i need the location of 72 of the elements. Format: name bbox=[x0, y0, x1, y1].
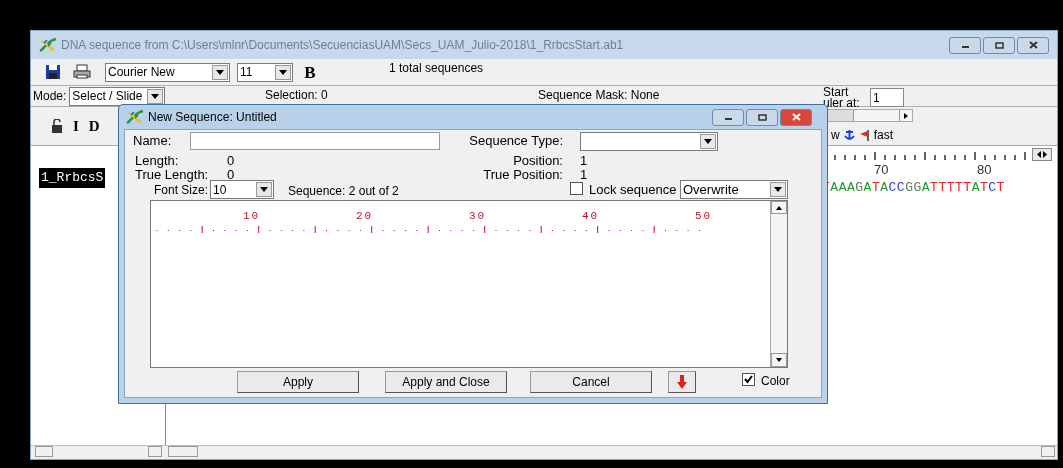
sequence-editor[interactable]: 10 20 30 40 50 bbox=[150, 200, 788, 368]
speed-label: w bbox=[831, 127, 840, 144]
left-right-arrows-icon bbox=[1037, 151, 1047, 158]
start-ruler-field[interactable]: 1 bbox=[870, 88, 904, 107]
position-value: 1 bbox=[580, 154, 588, 168]
window-title: DNA sequence from C:\Users\mlnr\Documents\SecuenciasUAM\Secs_UAM_Julio-2018\1_RrbcsStart.ab1 bbox=[61, 37, 624, 54]
lock-sequence-label: Lock sequence bbox=[589, 183, 677, 197]
color-label: Color bbox=[761, 374, 790, 388]
dropdown-arrow-icon bbox=[774, 187, 782, 192]
true-length-label: True Length: bbox=[135, 168, 209, 182]
scroll-bar[interactable] bbox=[166, 446, 1057, 459]
dna-icon bbox=[39, 37, 57, 53]
tool-button[interactable]: I bbox=[73, 114, 79, 138]
anchor-icon[interactable] bbox=[843, 129, 855, 141]
dropdown-arrow-icon bbox=[279, 69, 287, 75]
ruler-number: 50 bbox=[695, 209, 713, 223]
dialog-title: New Sequence: Untitled bbox=[148, 109, 277, 126]
dialog-button[interactable]: Apply and Close bbox=[385, 371, 507, 393]
true-position-value: 1 bbox=[580, 168, 588, 182]
scroll-arrows-button[interactable] bbox=[1032, 148, 1052, 161]
position-label: Position: bbox=[513, 154, 563, 168]
name-field[interactable] bbox=[190, 132, 440, 150]
unlock-icon[interactable] bbox=[51, 119, 63, 133]
move-down-button[interactable] bbox=[668, 371, 696, 393]
ruler-number: 70 bbox=[874, 161, 889, 179]
selection-count: Selection: 0 bbox=[265, 87, 328, 104]
font-size-label: Font Size: bbox=[154, 183, 209, 197]
true-position-label: True Position: bbox=[483, 168, 563, 182]
dropdown-arrow-icon bbox=[216, 69, 224, 75]
close-button[interactable] bbox=[1017, 36, 1049, 54]
checkbox[interactable] bbox=[742, 373, 755, 386]
bold-button[interactable]: B bbox=[297, 61, 323, 83]
scroll-bar[interactable] bbox=[770, 201, 787, 367]
sequence-type-select[interactable] bbox=[580, 132, 718, 151]
ruler-number: 10 bbox=[243, 209, 261, 223]
ruler-number: 40 bbox=[582, 209, 600, 223]
close-button[interactable] bbox=[780, 108, 812, 126]
dna-icon bbox=[126, 109, 144, 125]
dropdown-arrow-icon bbox=[260, 187, 268, 192]
edit-mode-select[interactable]: Overwrite bbox=[680, 180, 788, 199]
speed-label: fast bbox=[873, 127, 893, 144]
sequence-type-label: Sequence Type: bbox=[469, 134, 563, 148]
dropdown-arrow-icon bbox=[151, 93, 160, 99]
ruler-number: 30 bbox=[469, 209, 487, 223]
dialog-button[interactable]: Cancel bbox=[530, 371, 652, 393]
ruler-number: 20 bbox=[356, 209, 374, 223]
dropdown-arrow-icon bbox=[704, 139, 712, 144]
minimize-button[interactable] bbox=[949, 36, 981, 54]
mode-select[interactable]: Select / Slide bbox=[69, 86, 166, 106]
mode-label: Mode: bbox=[33, 88, 67, 105]
tool-button[interactable]: D bbox=[88, 114, 100, 138]
checkbox[interactable] bbox=[570, 182, 583, 195]
sequence-count: Sequence: 2 out of 2 bbox=[288, 184, 399, 198]
sequence-name[interactable]: 1_RrbcsS bbox=[39, 168, 106, 188]
save-icon[interactable] bbox=[45, 64, 61, 80]
sequence-mask: Sequence Mask: None bbox=[538, 87, 660, 104]
down-arrow-icon bbox=[677, 375, 687, 389]
length-value: 0 bbox=[227, 154, 235, 168]
font-size-select[interactable]: 10 bbox=[210, 180, 274, 199]
name-label: Name: bbox=[133, 134, 172, 148]
maximize-button[interactable] bbox=[983, 36, 1015, 54]
total-sequences: 1 total sequences bbox=[389, 60, 484, 77]
ruler-number: 80 bbox=[977, 161, 992, 179]
true-length-value: 0 bbox=[227, 168, 235, 182]
dialog-button[interactable]: Apply bbox=[237, 371, 359, 393]
printer-icon[interactable] bbox=[73, 64, 91, 80]
flag-icon[interactable] bbox=[858, 129, 870, 141]
maximize-button[interactable] bbox=[746, 108, 778, 126]
minimize-button[interactable] bbox=[712, 108, 744, 126]
font-size-select[interactable]: 11 bbox=[237, 62, 293, 82]
font-select[interactable]: Courier New bbox=[105, 62, 230, 82]
length-label: Length: bbox=[135, 154, 179, 168]
